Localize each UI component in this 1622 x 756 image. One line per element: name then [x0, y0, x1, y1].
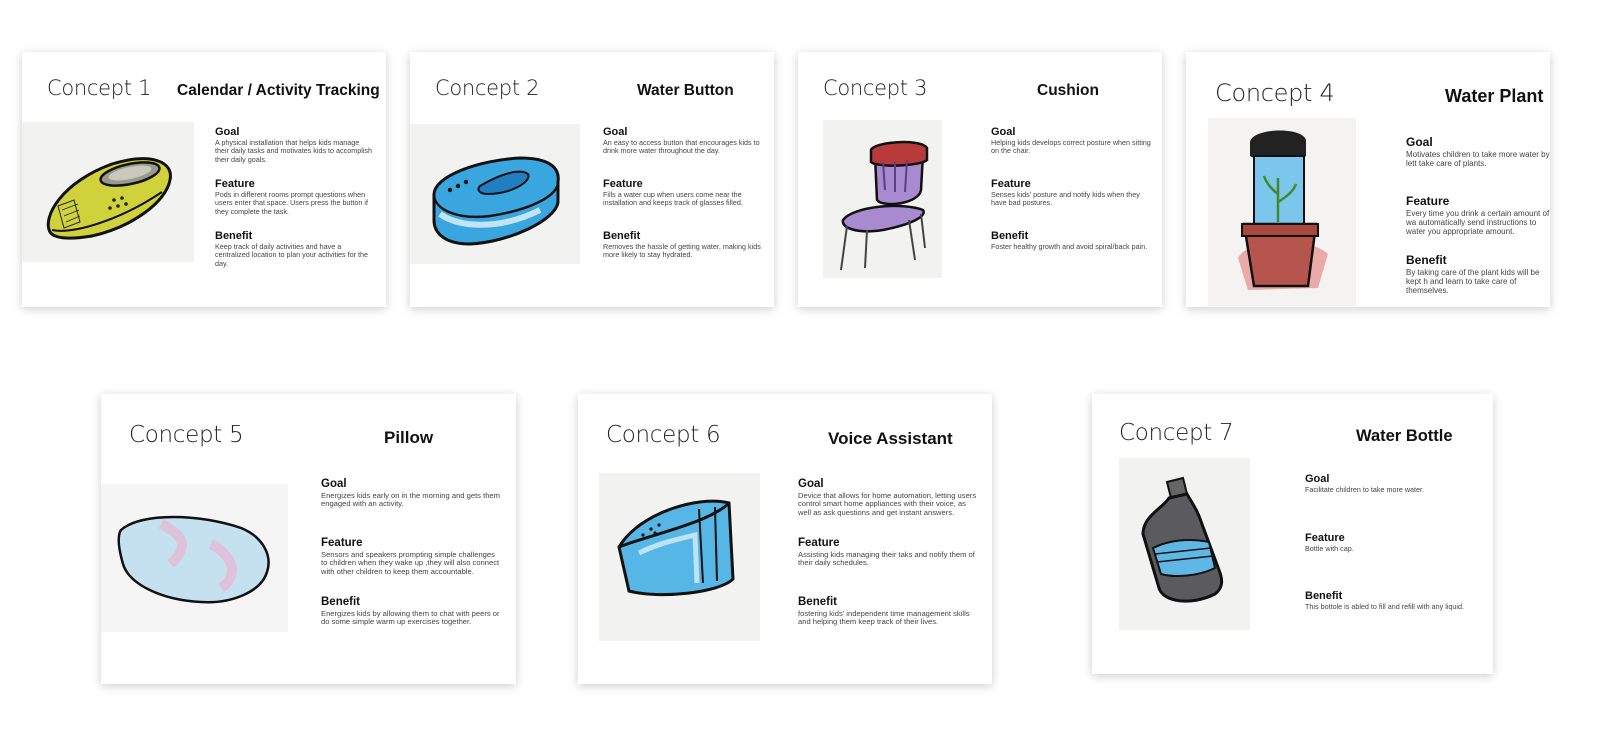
goal-text: Motivates children to take more water by… [1406, 150, 1550, 168]
concept-title: Water Button [637, 82, 734, 99]
goal-section: Goal An easy to access button that encou… [603, 126, 763, 156]
concept-details: Goal Facilitate children to take more wa… [1305, 473, 1485, 633]
benefit-text: Removes the hassle of getting water, mak… [603, 242, 761, 260]
concept-details: Goal Energizes kids early on in the morn… [321, 478, 501, 638]
concept-number: Concept 5 [129, 422, 244, 448]
speaker-sketch [599, 473, 760, 641]
goal-section: Goal Energizes kids early on in the morn… [321, 478, 501, 509]
benefit-section: Benefit fostering kids' independent time… [798, 596, 978, 627]
goal-heading: Goal [991, 126, 1016, 138]
concept-card-7: Concept 7 Water Bottle Goal Facilitate c… [1092, 394, 1493, 674]
goal-text: Energizes kids early on in the morning a… [321, 490, 500, 509]
feature-text: Every time you drink a certain amount of… [1406, 209, 1550, 236]
concept-number: Concept 3 [823, 76, 928, 100]
goal-section: Goal Facilitate children to take more wa… [1305, 473, 1485, 494]
goal-heading: Goal [603, 126, 628, 138]
goal-text: Helping kids develops correct posture wh… [991, 138, 1151, 156]
feature-heading: Feature [1406, 194, 1450, 208]
benefit-heading: Benefit [798, 596, 837, 608]
concept-title: Cushion [1037, 82, 1099, 99]
benefit-section: Benefit Energizes kids by allowing them … [321, 596, 501, 627]
goal-text: Device that allows for home automation, … [798, 490, 977, 517]
benefit-heading: Benefit [1406, 253, 1447, 267]
goal-heading: Goal [798, 478, 824, 490]
pillow-sketch [101, 484, 288, 632]
goal-heading: Goal [321, 478, 347, 490]
feature-section: Feature Sensors and speakers prompting s… [321, 537, 501, 576]
concept-number: Concept 6 [606, 422, 721, 448]
blue-button-sketch [410, 124, 580, 264]
concept-details: Goal Motivates children to take more wat… [1406, 136, 1550, 296]
feature-heading: Feature [1305, 532, 1345, 544]
benefit-section: Benefit By taking care of the plant kids… [1406, 253, 1550, 296]
feature-text: Bottle with cap. [1305, 544, 1354, 553]
feature-section: Feature Fills a water cup when users com… [603, 178, 763, 208]
feature-text: Senses kids' posture and notify kids whe… [991, 190, 1140, 208]
goal-heading: Goal [215, 126, 240, 138]
feature-heading: Feature [321, 537, 363, 549]
goal-section: Goal Device that allows for home automat… [798, 478, 978, 517]
feature-section: Feature Every time you drink a certain a… [1406, 194, 1550, 237]
benefit-text: Keep track of daily activities and have … [215, 242, 369, 268]
feature-section: Feature Senses kids' posture and notify … [991, 178, 1151, 208]
goal-heading: Goal [1406, 135, 1433, 149]
goal-text: Facilitate children to take more water. [1305, 485, 1425, 494]
feature-heading: Feature [991, 178, 1031, 190]
purple-chair-sketch [823, 120, 942, 278]
benefit-heading: Benefit [603, 230, 641, 242]
feature-heading: Feature [215, 178, 255, 190]
benefit-section: Benefit Foster healthy growth and avoid … [991, 230, 1151, 251]
benefit-section: Benefit Keep track of daily activities a… [215, 230, 375, 268]
concept-title: Water Bottle [1356, 427, 1453, 445]
benefit-heading: Benefit [321, 596, 360, 608]
concept-title: Pillow [384, 428, 434, 447]
concept-card-4: Concept 4 Water Plant Goal Motivates chi… [1186, 52, 1550, 307]
goal-text: A physical installation that helps kids … [215, 138, 372, 164]
concept-card-2: Concept 2 Water Button Goal An easy to a… [410, 52, 774, 307]
concept-details: Goal A physical installation that helps … [215, 126, 375, 268]
feature-text: Fills a water cup when users come near t… [603, 190, 743, 208]
potted-plant-sketch [1208, 118, 1356, 306]
concept-card-5: Concept 5 Pillow Goal Energizes kids ear… [101, 394, 516, 684]
goal-text: An easy to access button that encourages… [603, 138, 760, 156]
feature-heading: Feature [798, 537, 840, 549]
concept-number: Concept 2 [435, 76, 540, 100]
concept-details: Goal Helping kids develops correct postu… [991, 126, 1151, 266]
concept-card-1: Concept 1 Calendar / Activity Tracking G… [22, 52, 386, 307]
feature-text: Sensors and speakers prompting simple ch… [321, 549, 500, 576]
feature-section: Feature Bottle with cap. [1305, 532, 1485, 553]
goal-section: Goal A physical installation that helps … [215, 126, 375, 164]
feature-section: Feature Assisting kids managing their ta… [798, 537, 978, 568]
benefit-text: Foster healthy growth and avoid spiral/b… [991, 242, 1148, 251]
concept-title: Calendar / Activity Tracking [177, 82, 380, 99]
water-bottle-sketch [1119, 458, 1250, 630]
concept-number: Concept 1 [47, 76, 152, 100]
benefit-text: This bottole is abled to fill and refill… [1305, 602, 1465, 611]
goal-heading: Goal [1305, 473, 1330, 485]
concept-title: Water Plant [1445, 86, 1544, 106]
benefit-section: Benefit Removes the hassle of getting wa… [603, 230, 763, 260]
goal-section: Goal Helping kids develops correct postu… [991, 126, 1151, 156]
feature-text: Assisting kids managing their taks and n… [798, 549, 975, 568]
feature-heading: Feature [603, 178, 643, 190]
concept-details: Goal Device that allows for home automat… [798, 478, 978, 638]
concept-title: Voice Assistant [828, 429, 953, 448]
goal-section: Goal Motivates children to take more wat… [1406, 135, 1550, 169]
benefit-text: By taking care of the plant kids will be… [1406, 268, 1540, 295]
benefit-text: Energizes kids by allowing them to chat … [321, 608, 500, 627]
concept-number: Concept 7 [1119, 420, 1234, 446]
benefit-section: Benefit This bottole is abled to fill an… [1305, 590, 1485, 611]
benefit-heading: Benefit [991, 230, 1029, 242]
concept-card-6: Concept 6 Voice Assistant Goal Device th… [578, 394, 992, 684]
benefit-text: fostering kids' independent time managem… [798, 608, 970, 627]
feature-section: Feature Pods in different rooms prompt q… [215, 178, 375, 216]
benefit-heading: Benefit [215, 230, 253, 242]
concept-number: Concept 4 [1215, 79, 1335, 107]
benefit-heading: Benefit [1305, 590, 1343, 602]
concept-details: Goal An easy to access button that encou… [603, 126, 763, 266]
yellow-pod-sketch [22, 122, 194, 262]
feature-text: Pods in different rooms prompt questions… [215, 190, 369, 216]
concept-card-3: Concept 3 Cushion Goal Helping kids deve… [798, 52, 1162, 307]
